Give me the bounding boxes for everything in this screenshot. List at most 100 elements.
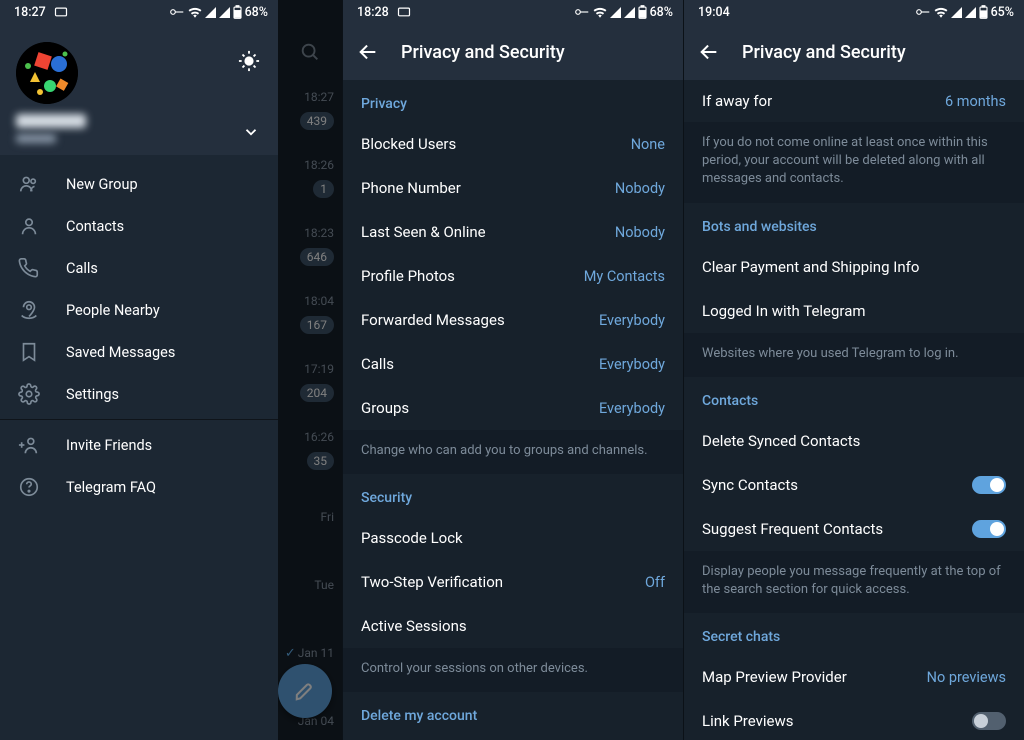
toggle-off[interactable] [972,712,1006,730]
chat-row[interactable]: Fri [278,488,342,556]
row-last-seen[interactable]: Last Seen & OnlineNobody [343,210,683,254]
status-bar: 19:04 65% [684,0,1024,24]
page-title: Privacy and Security [401,42,565,63]
signal-icon [205,7,216,18]
vpn-icon [915,7,931,17]
section-contacts: Contacts [684,377,1024,419]
chat-row[interactable]: 17:19204 [278,352,342,420]
person-icon [18,215,40,237]
menu-label: Saved Messages [66,344,175,361]
menu-settings[interactable]: Settings [0,373,278,415]
menu-divider [0,419,278,420]
vpn-icon [574,7,590,17]
help-icon [18,476,40,498]
battery-icon [638,5,647,19]
row-suggest-frequent[interactable]: Suggest Frequent Contacts [684,507,1024,551]
status-battery: 68% [650,5,673,20]
menu-contacts[interactable]: Contacts [0,205,278,247]
row-logged-in-telegram[interactable]: Logged In with Telegram [684,289,1024,333]
row-phone-number[interactable]: Phone NumberNobody [343,166,683,210]
back-icon[interactable] [357,41,379,63]
menu-label: Telegram FAQ [66,479,156,496]
row-sync-contacts[interactable]: Sync Contacts [684,463,1024,507]
row-active-sessions[interactable]: Active Sessions [343,604,683,648]
status-bar: 18:27 68% [0,0,278,24]
cast-icon [397,7,411,18]
row-link-previews[interactable]: Link Previews [684,699,1024,740]
row-groups[interactable]: GroupsEverybody [343,386,683,430]
menu-calls[interactable]: Calls [0,247,278,289]
invite-icon [18,434,40,456]
cast-icon [54,7,68,18]
chat-row[interactable]: 18:04167 [278,284,342,352]
menu-new-group[interactable]: New Group [0,163,278,205]
menu-invite-friends[interactable]: Invite Friends [0,424,278,466]
battery-icon [979,5,988,19]
unread-badge: 646 [300,248,334,266]
toggle-on[interactable] [972,520,1006,538]
section-bots: Bots and websites [684,203,1024,245]
row-if-away-for[interactable]: If away for6 months [684,80,1024,122]
vpn-icon [169,7,185,17]
nearby-icon [18,299,40,321]
menu-faq[interactable]: Telegram FAQ [0,466,278,508]
app-bar: Privacy and Security [343,24,683,80]
security-hint: Control your sessions on other devices. [343,648,683,692]
menu-label: Invite Friends [66,437,152,454]
wifi-icon [188,7,202,18]
section-delete-account: Delete my account [343,692,683,734]
menu-label: Contacts [66,218,124,235]
back-icon[interactable] [698,41,720,63]
battery-icon [233,5,242,19]
bots-hint: Websites where you used Telegram to log … [684,333,1024,377]
row-calls[interactable]: CallsEverybody [343,342,683,386]
expand-accounts-icon[interactable] [242,123,260,141]
app-bar: Privacy and Security [684,24,1024,80]
section-security: Security [343,474,683,516]
status-bar: 18:28 68% [343,0,683,24]
row-passcode-lock[interactable]: Passcode Lock [343,516,683,560]
row-forwarded-messages[interactable]: Forwarded MessagesEverybody [343,298,683,342]
status-battery: 68% [245,5,268,20]
wifi-icon [934,7,948,18]
chat-row[interactable]: 18:23646 [278,216,342,284]
search-icon[interactable] [278,24,342,80]
page-title: Privacy and Security [742,42,906,63]
menu-label: Settings [66,386,119,403]
status-time: 18:28 [357,5,389,20]
menu-label: People Nearby [66,302,160,319]
signal-icon-2 [624,7,635,18]
chat-row[interactable]: 16:2635 [278,420,342,488]
chat-row[interactable]: 18:27439 [278,80,342,148]
row-blocked-users[interactable]: Blocked UsersNone [343,122,683,166]
row-profile-photos[interactable]: Profile PhotosMy Contacts [343,254,683,298]
menu-saved-messages[interactable]: Saved Messages [0,331,278,373]
row-delete-synced[interactable]: Delete Synced Contacts [684,419,1024,463]
check-icon: ✓ [285,646,296,661]
privacy-hint: Change who can add you to groups and cha… [343,430,683,474]
chat-row[interactable]: 18:261 [278,148,342,216]
signal-icon [610,7,621,18]
signal-icon-2 [965,7,976,18]
avatar[interactable] [16,42,78,104]
toggle-on[interactable] [972,476,1006,494]
menu-people-nearby[interactable]: People Nearby [0,289,278,331]
chat-row[interactable]: Tue [278,556,342,624]
unread-badge: 35 [307,452,335,470]
menu-label: Calls [66,260,98,277]
row-two-step[interactable]: Two-Step VerificationOff [343,560,683,604]
compose-fab[interactable] [278,664,332,718]
gear-icon [18,383,40,405]
contacts-hint: Display people you message frequently at… [684,551,1024,613]
row-if-away-for[interactable]: If away for6 months [343,734,683,740]
group-icon [18,173,40,195]
row-map-preview[interactable]: Map Preview ProviderNo previews [684,655,1024,699]
row-clear-payment[interactable]: Clear Payment and Shipping Info [684,245,1024,289]
status-time: 19:04 [698,5,730,20]
theme-toggle-icon[interactable] [238,50,260,72]
unread-badge: 1 [313,180,334,198]
profile-name [16,114,86,128]
away-hint: If you do not come online at least once … [684,122,1024,203]
status-time: 18:27 [14,5,46,20]
chat-list-strip: 18:27439 18:261 18:23646 18:04167 17:192… [278,0,342,740]
